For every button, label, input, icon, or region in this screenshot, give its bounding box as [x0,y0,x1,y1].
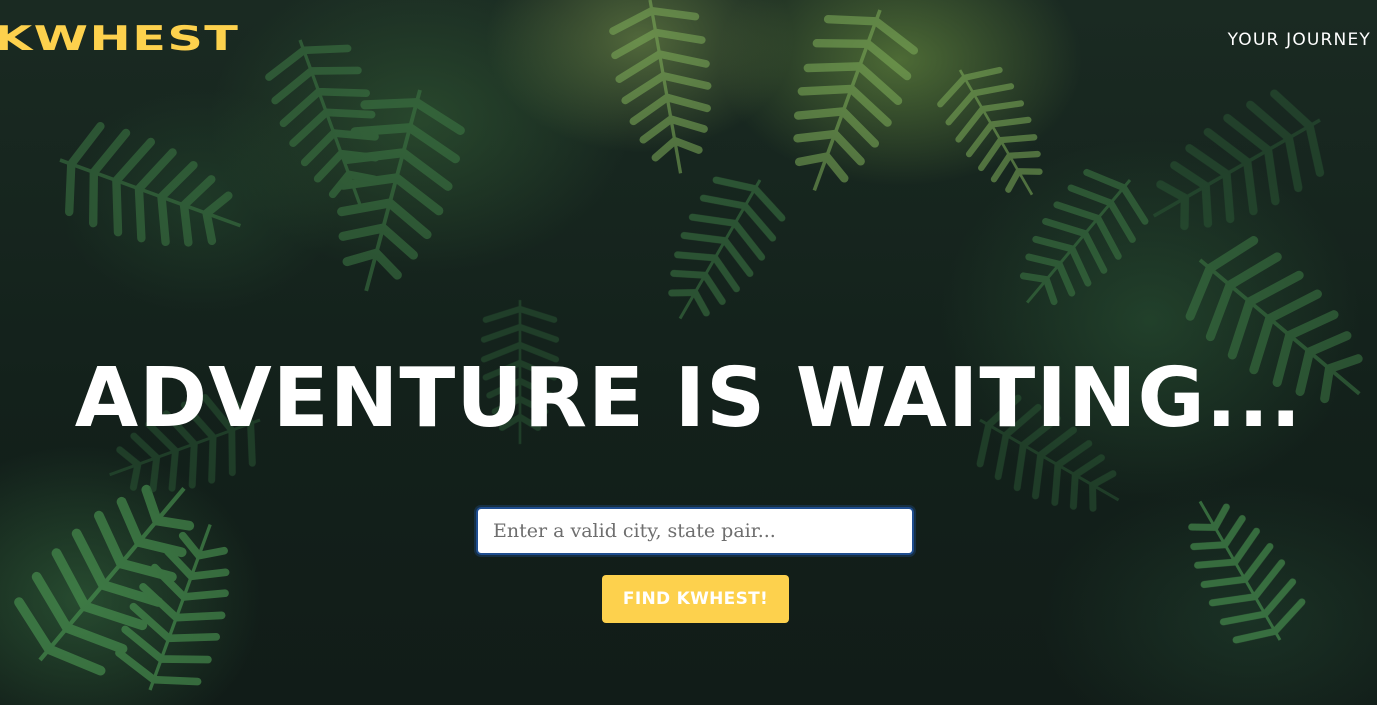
city-state-search-input[interactable] [474,505,916,557]
kwhest-logo[interactable]: KWHEST [0,22,239,56]
hero-headline: ADVENTURE IS WAITING... [74,351,1303,446]
find-kwhest-button[interactable]: FIND KWHEST! [602,575,789,623]
your-journey-link[interactable]: YOUR JOURNEY [1228,30,1371,50]
